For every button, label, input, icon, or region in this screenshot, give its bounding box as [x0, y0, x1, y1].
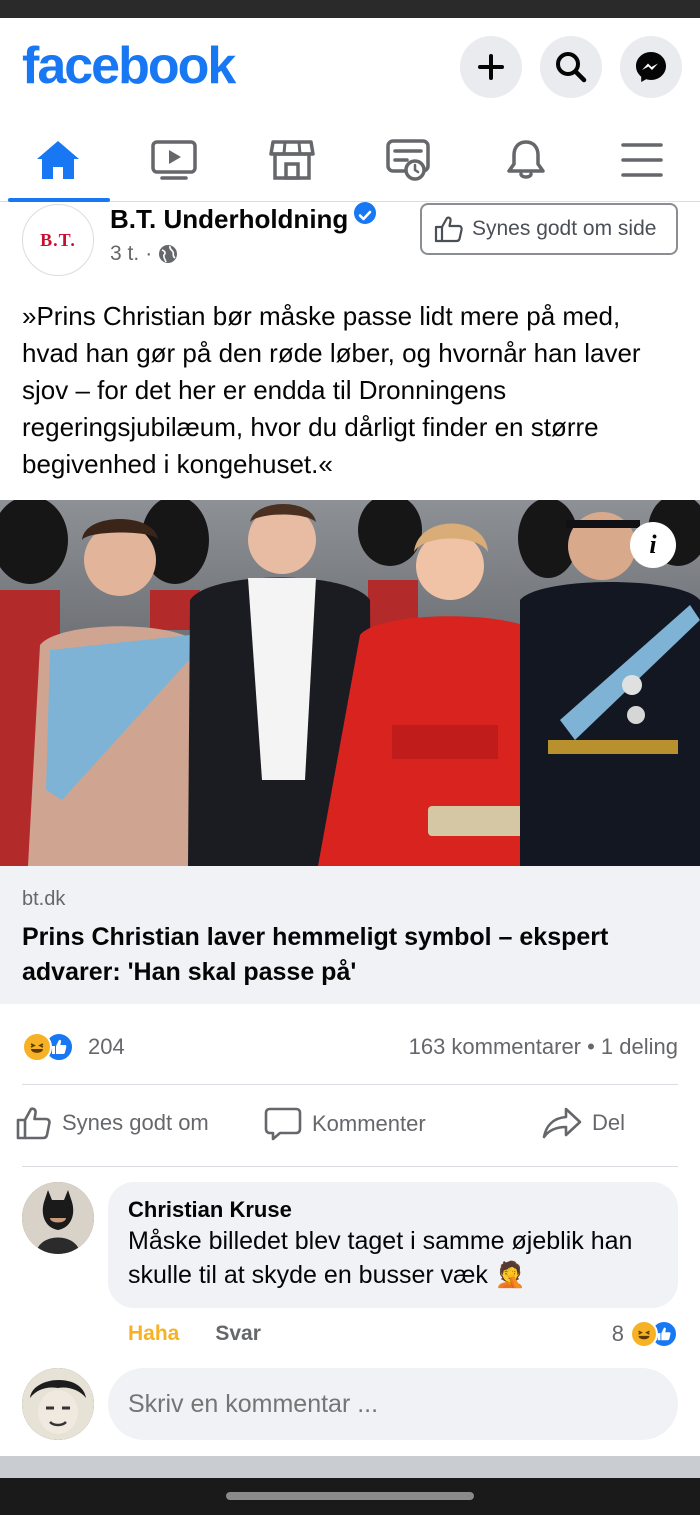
post-header: B.T. B.T. Underholdning 3 t. · Synes god… — [0, 202, 700, 282]
plus-icon — [478, 54, 504, 80]
haha-reaction-icon — [630, 1320, 658, 1348]
comment-author[interactable]: Christian Kruse — [128, 1196, 658, 1224]
reaction-count[interactable]: 204 — [88, 1034, 125, 1060]
link-preview[interactable]: bt.dk Prins Christian laver hemmeligt sy… — [0, 866, 700, 1004]
watch-icon — [151, 140, 197, 180]
link-domain: bt.dk — [22, 888, 66, 910]
post-image[interactable] — [0, 500, 700, 866]
tab-watch[interactable] — [124, 120, 224, 200]
link-title: Prins Christian laver hemmeligt symbol –… — [22, 923, 609, 986]
search-button[interactable] — [540, 36, 602, 98]
comment-button[interactable]: Kommenter — [264, 1106, 426, 1142]
comment: Christian Kruse Måske billedet blev tage… — [0, 1180, 700, 1370]
thumbs-up-icon — [16, 1107, 51, 1140]
tab-news[interactable] — [358, 120, 458, 200]
like-page-button[interactable]: Synes godt om side — [420, 203, 678, 255]
share-icon — [542, 1107, 582, 1139]
post-actions: Synes godt om Kommenter Del — [0, 1090, 700, 1166]
like-button[interactable]: Synes godt om — [16, 1106, 209, 1140]
divider — [22, 1166, 678, 1167]
marketplace-icon — [269, 140, 315, 180]
comment-input[interactable] — [108, 1368, 678, 1440]
feed-separator — [0, 1456, 700, 1478]
tab-menu[interactable] — [592, 120, 692, 200]
main-tabs — [0, 120, 700, 202]
tab-notifications[interactable] — [476, 120, 576, 200]
bell-icon — [507, 140, 545, 179]
info-button[interactable]: i — [630, 522, 676, 568]
system-nav-bar — [0, 1478, 700, 1515]
messenger-icon — [636, 52, 666, 82]
status-bar — [0, 0, 700, 18]
like-label: Synes godt om — [62, 1110, 209, 1135]
comment-label: Kommenter — [312, 1111, 426, 1136]
reply-button[interactable]: Svar — [215, 1322, 261, 1346]
post-meta: 3 t. · — [110, 242, 178, 266]
page-name-text[interactable]: B.T. Underholdning — [110, 204, 348, 234]
search-icon — [556, 52, 587, 83]
comment-actions: Haha Svar — [128, 1322, 261, 1346]
user-avatar[interactable] — [22, 1368, 94, 1440]
messenger-button[interactable] — [620, 36, 682, 98]
menu-icon — [621, 143, 663, 177]
share-button[interactable]: Del — [542, 1106, 625, 1140]
meta-dot: · — [145, 242, 153, 265]
tab-marketplace[interactable] — [242, 120, 342, 200]
like-page-label: Synes godt om side — [472, 217, 657, 240]
comments-shares-count[interactable]: 163 kommentarer • 1 deling — [409, 1034, 678, 1060]
comment-composer — [0, 1366, 700, 1446]
page-avatar[interactable]: B.T. — [22, 204, 94, 276]
home-icon — [37, 141, 79, 179]
royal-family-photo — [0, 500, 700, 866]
facebook-logo[interactable]: facebook — [22, 38, 236, 94]
haha-button[interactable]: Haha — [128, 1322, 179, 1346]
page-avatar-logo: B.T. — [40, 229, 76, 250]
home-indicator[interactable] — [226, 1492, 474, 1500]
commenter-avatar[interactable] — [22, 1182, 94, 1254]
comment-icon — [264, 1107, 302, 1141]
share-label: Del — [592, 1110, 626, 1135]
post-time[interactable]: 3 t. — [110, 242, 139, 266]
comment-reaction-count: 8 — [611, 1321, 624, 1346]
post-stats: 204 163 kommentarer • 1 deling — [0, 1020, 700, 1074]
globe-icon — [159, 245, 178, 263]
divider — [22, 1084, 678, 1085]
add-button[interactable] — [460, 36, 522, 98]
comment-text: Måske billedet blev taget i samme øjebli… — [128, 1227, 633, 1289]
comment-bubble[interactable]: Christian Kruse Måske billedet blev tage… — [108, 1182, 678, 1308]
reaction-icons[interactable] — [22, 1032, 74, 1062]
news-icon — [386, 139, 430, 181]
page-name[interactable]: B.T. Underholdning — [110, 202, 377, 234]
verified-icon — [354, 202, 377, 224]
tab-home[interactable] — [8, 120, 108, 200]
thumbs-up-icon — [434, 216, 463, 243]
top-header: facebook — [0, 18, 700, 118]
haha-reaction-icon — [22, 1032, 52, 1062]
comment-reactions[interactable]: 8 — [612, 1320, 678, 1348]
post-text: »Prins Christian bør måske passe lidt me… — [22, 301, 641, 479]
